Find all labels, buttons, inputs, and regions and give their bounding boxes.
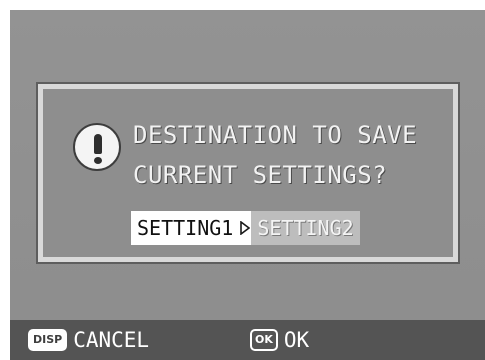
ok-key-icon: OK <box>250 329 278 351</box>
save-destination-dialog: DESTINATION TO SAVE CURRENT SETTINGS? SE… <box>36 82 460 264</box>
ok-label: OK <box>283 328 310 352</box>
exclamation-icon <box>73 123 121 171</box>
cancel-button[interactable]: DISP CANCEL <box>28 326 149 354</box>
dialog-message-line1: DESTINATION TO SAVE <box>133 121 418 149</box>
setting-options: SETTING1 SETTING2 <box>131 211 360 245</box>
dialog-message-line2: CURRENT SETTINGS? <box>133 161 388 189</box>
button-guide-bar: DISP CANCEL OK OK <box>10 320 485 360</box>
disp-key-icon: DISP <box>28 329 68 351</box>
option-setting1[interactable]: SETTING1 <box>131 211 240 245</box>
selection-arrow-icon <box>239 211 252 245</box>
option-setting2[interactable]: SETTING2 <box>251 211 360 245</box>
camera-screen: DESTINATION TO SAVE CURRENT SETTINGS? SE… <box>10 10 485 360</box>
ok-button[interactable]: OK OK <box>250 326 309 354</box>
cancel-label: CANCEL <box>73 328 150 352</box>
